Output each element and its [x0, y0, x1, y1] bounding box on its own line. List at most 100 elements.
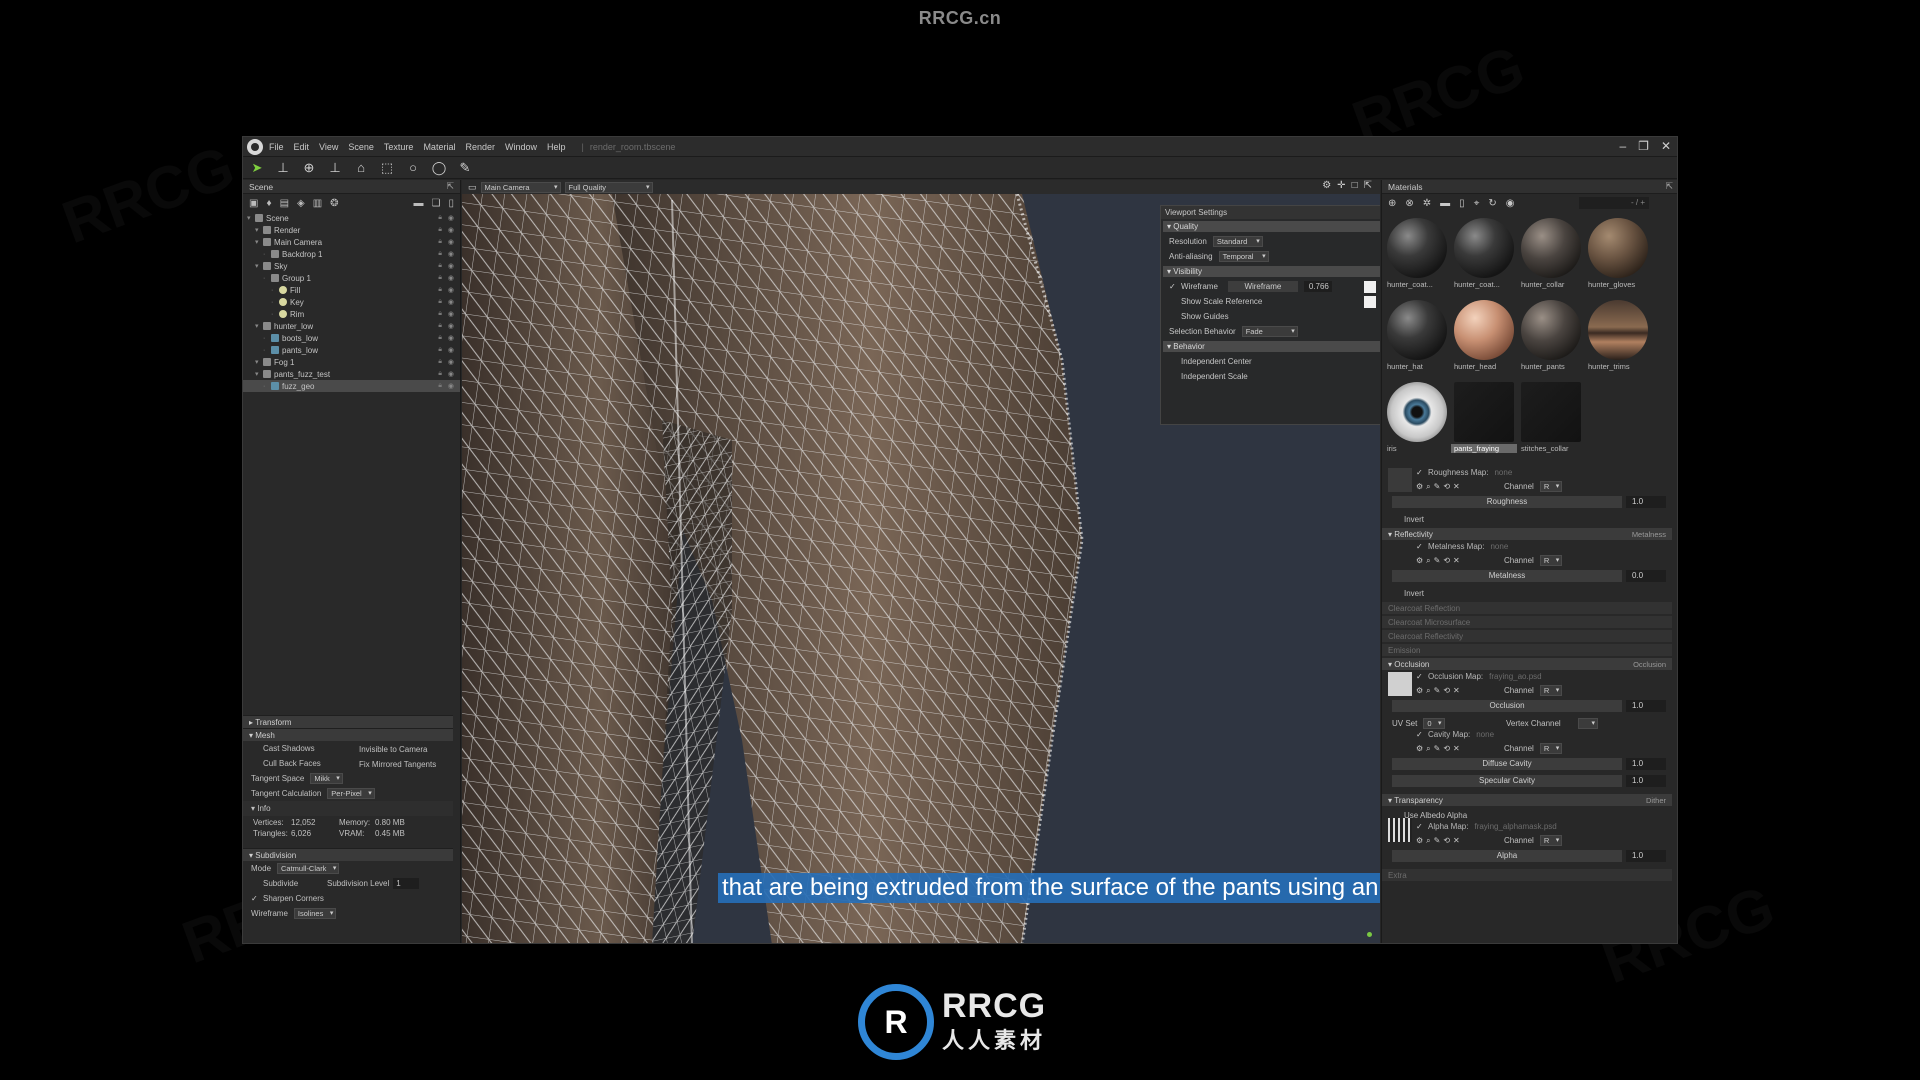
roughness-map-checkbox[interactable]: ✓ — [1416, 469, 1424, 477]
occlusion-section[interactable]: ▾ Occlusion Occlusion — [1382, 658, 1672, 670]
alpha-value[interactable]: 1.0 — [1626, 850, 1666, 862]
camera-dropdown[interactable]: Main Camera — [480, 181, 561, 193]
expand-arrow-icon[interactable]: · — [271, 287, 279, 294]
material-search-input[interactable]: - / + — [1579, 197, 1649, 209]
alpha-map-thumb[interactable] — [1388, 818, 1412, 842]
channel-dropdown[interactable]: R — [1539, 685, 1563, 696]
3d-viewport[interactable]: ▭ Main Camera Full Quality ⚙ ✛ □ ⇱ Viewp… — [462, 180, 1380, 943]
expand-arrow-icon[interactable]: ▾ — [255, 358, 263, 366]
clearcoat-reflection-section[interactable]: Clearcoat Reflection — [1382, 602, 1672, 614]
map-tool-icons[interactable]: ⚙⌕✎⟲✕ — [1416, 482, 1463, 492]
visibility-eye-icon[interactable]: ◉ — [448, 382, 454, 390]
material-shader-icon[interactable]: ✲ — [1423, 198, 1431, 209]
visibility-eye-icon[interactable]: ◉ — [448, 262, 454, 270]
clearcoat-refl-section[interactable]: Clearcoat Reflectivity — [1382, 630, 1672, 642]
scene-tree-item[interactable]: ▾ Fog 1 🔒︎ ◉ — [243, 356, 460, 368]
lock-icon[interactable]: 🔒︎ — [438, 370, 442, 378]
material-thumbnail[interactable]: hunter_head — [1451, 298, 1517, 376]
duplicate-icon[interactable]: ❏ — [432, 198, 441, 209]
tangent-space-dropdown[interactable]: Mikk — [310, 773, 343, 784]
channel-dropdown[interactable]: R — [1539, 835, 1563, 846]
add-camera-icon[interactable]: ▤ — [280, 198, 289, 209]
refresh-icon[interactable]: ↻ — [1488, 198, 1496, 209]
wireframe-color-swatch[interactable] — [1364, 280, 1376, 293]
visibility-eye-icon[interactable]: ◉ — [448, 346, 454, 354]
selection-behavior-dropdown[interactable]: Fade — [1241, 326, 1298, 337]
channel-dropdown[interactable]: R — [1539, 743, 1563, 754]
guides-checkbox[interactable] — [1169, 313, 1177, 321]
scene-tree-item[interactable]: · boots_low 🔒︎ ◉ — [243, 332, 460, 344]
visibility-eye-icon[interactable]: ◉ — [448, 370, 454, 378]
popout-icon[interactable]: ⇱ — [1364, 180, 1372, 191]
popout-icon[interactable]: ⇱ — [1665, 181, 1673, 192]
scene-tree-item[interactable]: · fuzz_geo 🔒︎ ◉ — [243, 380, 460, 392]
lock-icon[interactable]: 🔒︎ — [438, 322, 442, 330]
lock-icon[interactable]: 🔒︎ — [438, 238, 442, 246]
menu-edit[interactable]: Edit — [294, 142, 310, 152]
extra-section[interactable]: Extra — [1382, 869, 1672, 881]
map-tool-icons[interactable]: ⚙⌕✎⟲✕ — [1416, 556, 1463, 566]
material-thumbnail[interactable]: hunter_gloves — [1585, 216, 1651, 294]
close-icon[interactable]: ✕ — [1661, 139, 1671, 153]
visibility-eye-icon[interactable]: ◉ — [448, 358, 454, 366]
metalness-map-checkbox[interactable]: ✓ — [1416, 543, 1424, 551]
transparency-section[interactable]: ▾ Transparency Dither — [1382, 794, 1672, 806]
invert-roughness-checkbox[interactable] — [1392, 515, 1400, 523]
roughness-map-thumb[interactable] — [1388, 468, 1412, 492]
add-shape-icon[interactable]: ◈ — [297, 198, 305, 209]
add-group-icon[interactable]: ▥ — [313, 198, 322, 209]
wireframe-value[interactable]: 0.766 — [1303, 281, 1332, 292]
scene-tree-item[interactable]: ▾ pants_fuzz_test 🔒︎ ◉ — [243, 368, 460, 380]
lock-icon[interactable]: 🔒︎ — [438, 334, 442, 342]
material-thumbnail[interactable]: iris — [1384, 380, 1450, 458]
expand-arrow-icon[interactable]: ▾ — [255, 238, 263, 246]
transparency-mode[interactable]: Dither — [1646, 796, 1666, 805]
metalness-slider[interactable]: Metalness — [1392, 570, 1622, 582]
picker-icon[interactable]: ⌖ — [1474, 198, 1480, 209]
move-tool-icon[interactable]: ⊥ — [275, 160, 291, 176]
wireframe-mode-dropdown[interactable]: Isolines — [293, 908, 337, 919]
expand-arrow-icon[interactable]: · — [271, 311, 279, 318]
tangent-calc-dropdown[interactable]: Per-Pixel — [327, 788, 375, 799]
sub-level-input[interactable]: 1 — [393, 878, 420, 889]
menu-file[interactable]: File — [269, 142, 284, 152]
scene-tree-item[interactable]: · Backdrop 1 🔒︎ ◉ — [243, 248, 460, 260]
lock-icon[interactable]: 🔒︎ — [438, 382, 442, 390]
add-fog-icon[interactable]: ❂ — [330, 198, 338, 209]
visibility-section[interactable]: ▾ Visibility — [1163, 266, 1380, 277]
menu-window[interactable]: Window — [505, 142, 537, 152]
lock-icon[interactable]: 🔒︎ — [438, 298, 442, 306]
expand-arrow-icon[interactable]: ▾ — [255, 226, 263, 234]
scale-ref-color-swatch[interactable] — [1364, 295, 1376, 308]
specular-cavity-slider[interactable]: Specular Cavity — [1392, 775, 1622, 787]
roughness-value[interactable]: 1.0 — [1626, 496, 1666, 508]
scene-tree-item[interactable]: ▾ Scene 🔒︎ ◉ — [243, 212, 460, 224]
occlusion-map-thumb[interactable] — [1388, 672, 1412, 696]
metalness-value[interactable]: 0.0 — [1626, 570, 1666, 582]
lock-icon[interactable]: 🔒︎ — [438, 346, 442, 354]
visibility-eye-icon[interactable]: ◉ — [448, 310, 454, 318]
minimize-icon[interactable]: – — [1619, 139, 1626, 153]
indep-scale-checkbox[interactable] — [1169, 373, 1177, 381]
scene-tree-item[interactable]: · Rim 🔒︎ ◉ — [243, 308, 460, 320]
material-thumbnail[interactable]: hunter_collar — [1518, 216, 1584, 294]
lock-icon[interactable]: 🔒︎ — [438, 250, 442, 258]
circle-select-icon[interactable]: ○ — [405, 160, 421, 176]
info-section[interactable]: ▾ Info — [243, 801, 453, 816]
expand-arrow-icon[interactable]: · — [263, 347, 271, 354]
indep-center-checkbox[interactable] — [1169, 358, 1177, 366]
visibility-eye-icon[interactable]: ◉ — [448, 274, 454, 282]
lock-icon[interactable]: 🔒︎ — [438, 310, 442, 318]
expand-arrow-icon[interactable]: ▾ — [255, 322, 263, 330]
material-thumbnail[interactable]: pants_fraying — [1451, 380, 1517, 458]
lock-icon[interactable]: 🔒︎ — [438, 214, 442, 222]
fix-mirrored-checkbox[interactable] — [347, 759, 355, 767]
frame-icon[interactable]: □ — [1352, 180, 1358, 191]
expand-arrow-icon[interactable]: ▾ — [255, 370, 263, 378]
material-thumbnail[interactable]: stitches_collar — [1518, 380, 1584, 458]
map-tool-icons[interactable]: ⚙⌕✎⟲✕ — [1416, 686, 1463, 696]
menu-scene[interactable]: Scene — [348, 142, 374, 152]
pivot-tool-icon[interactable]: ⌂ — [353, 160, 369, 176]
cull-back-checkbox[interactable] — [251, 760, 259, 768]
material-thumbnail[interactable]: hunter_coat... — [1451, 216, 1517, 294]
